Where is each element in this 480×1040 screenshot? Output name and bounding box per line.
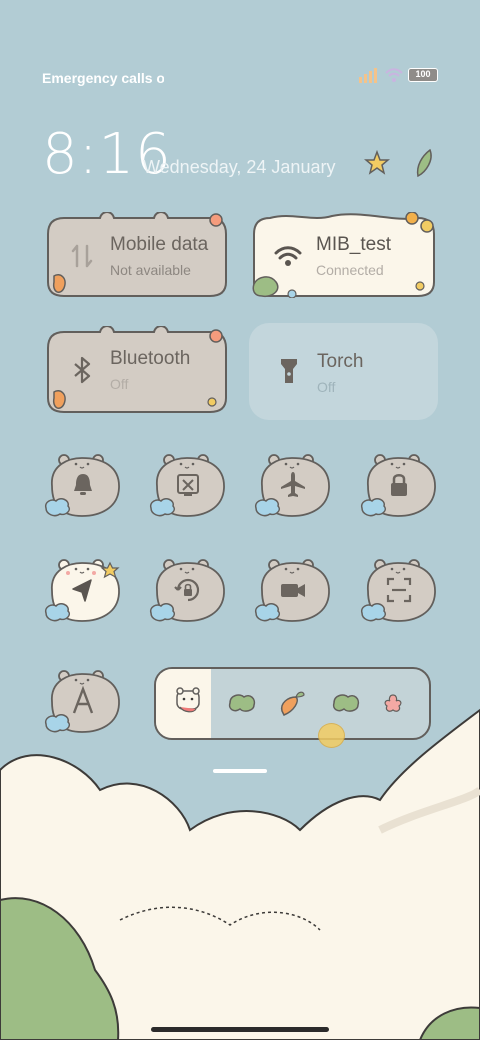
- airplane-mode-toggle[interactable]: [254, 452, 332, 518]
- wifi-icon: [385, 68, 403, 82]
- clock-date: Wednesday, 24 January: [143, 157, 336, 177]
- carrot-icon: [280, 691, 305, 716]
- torch-icon: [281, 359, 297, 383]
- wifi-icon: [274, 246, 302, 266]
- leaf-decoration-icon: [416, 148, 432, 178]
- brightness-slider[interactable]: [154, 667, 431, 740]
- scan-icon: [386, 577, 412, 603]
- screen-lock-toggle[interactable]: [360, 452, 438, 518]
- lock-icon: [391, 474, 407, 496]
- tile-title: Bluetooth: [110, 348, 191, 369]
- cast-icon: [177, 474, 199, 496]
- leaf-icon: [228, 694, 256, 712]
- bell-icon: [74, 474, 92, 495]
- brightness-handle[interactable]: [318, 723, 345, 748]
- tile-title: Torch: [317, 351, 364, 372]
- tile-title: MIB_test: [316, 234, 391, 255]
- letter-a-icon: [72, 685, 94, 714]
- video-camera-icon: [281, 584, 305, 597]
- bluetooth-icon: [74, 356, 91, 384]
- gesture-nav-bar[interactable]: [151, 1027, 329, 1032]
- tile-subtitle: Not available: [110, 262, 191, 278]
- location-toggle[interactable]: [44, 557, 122, 623]
- screen-recorder-toggle[interactable]: [254, 557, 332, 623]
- tile-bluetooth[interactable]: Bluetooth Off: [46, 326, 228, 414]
- notification-bell-toggle[interactable]: [44, 452, 122, 518]
- tile-subtitle: Off: [317, 379, 336, 395]
- mobile-data-icon: [71, 244, 93, 268]
- leaf-icon: [332, 694, 360, 712]
- tile-mobile-data[interactable]: Mobile data Not available: [46, 212, 228, 298]
- tile-subtitle: Off: [110, 376, 129, 392]
- signal-bars-icon: [359, 68, 377, 83]
- battery-indicator: 100: [408, 68, 438, 82]
- scanner-toggle[interactable]: [360, 557, 438, 623]
- carrier-text: Emergency calls only: [42, 70, 164, 86]
- flower-icon: [384, 694, 402, 712]
- screen-cast-toggle[interactable]: [149, 452, 227, 518]
- panel-handle[interactable]: [213, 769, 267, 773]
- star-decoration-icon: [364, 150, 390, 175]
- rotation-lock-icon: [174, 578, 200, 602]
- location-arrow-icon: [72, 579, 92, 602]
- auto-rotate-toggle[interactable]: [149, 557, 227, 623]
- bear-icon: [176, 687, 200, 713]
- airplane-icon: [281, 472, 305, 497]
- font-size-toggle[interactable]: [44, 668, 122, 734]
- tile-torch[interactable]: Torch Off: [249, 323, 438, 420]
- status-icons: 100: [358, 67, 438, 83]
- tile-subtitle: Connected: [316, 262, 384, 278]
- status-bar: Emergency calls only 100: [0, 62, 480, 92]
- tile-title: Mobile data: [110, 234, 209, 255]
- tile-wifi[interactable]: MIB_test Connected: [252, 212, 436, 298]
